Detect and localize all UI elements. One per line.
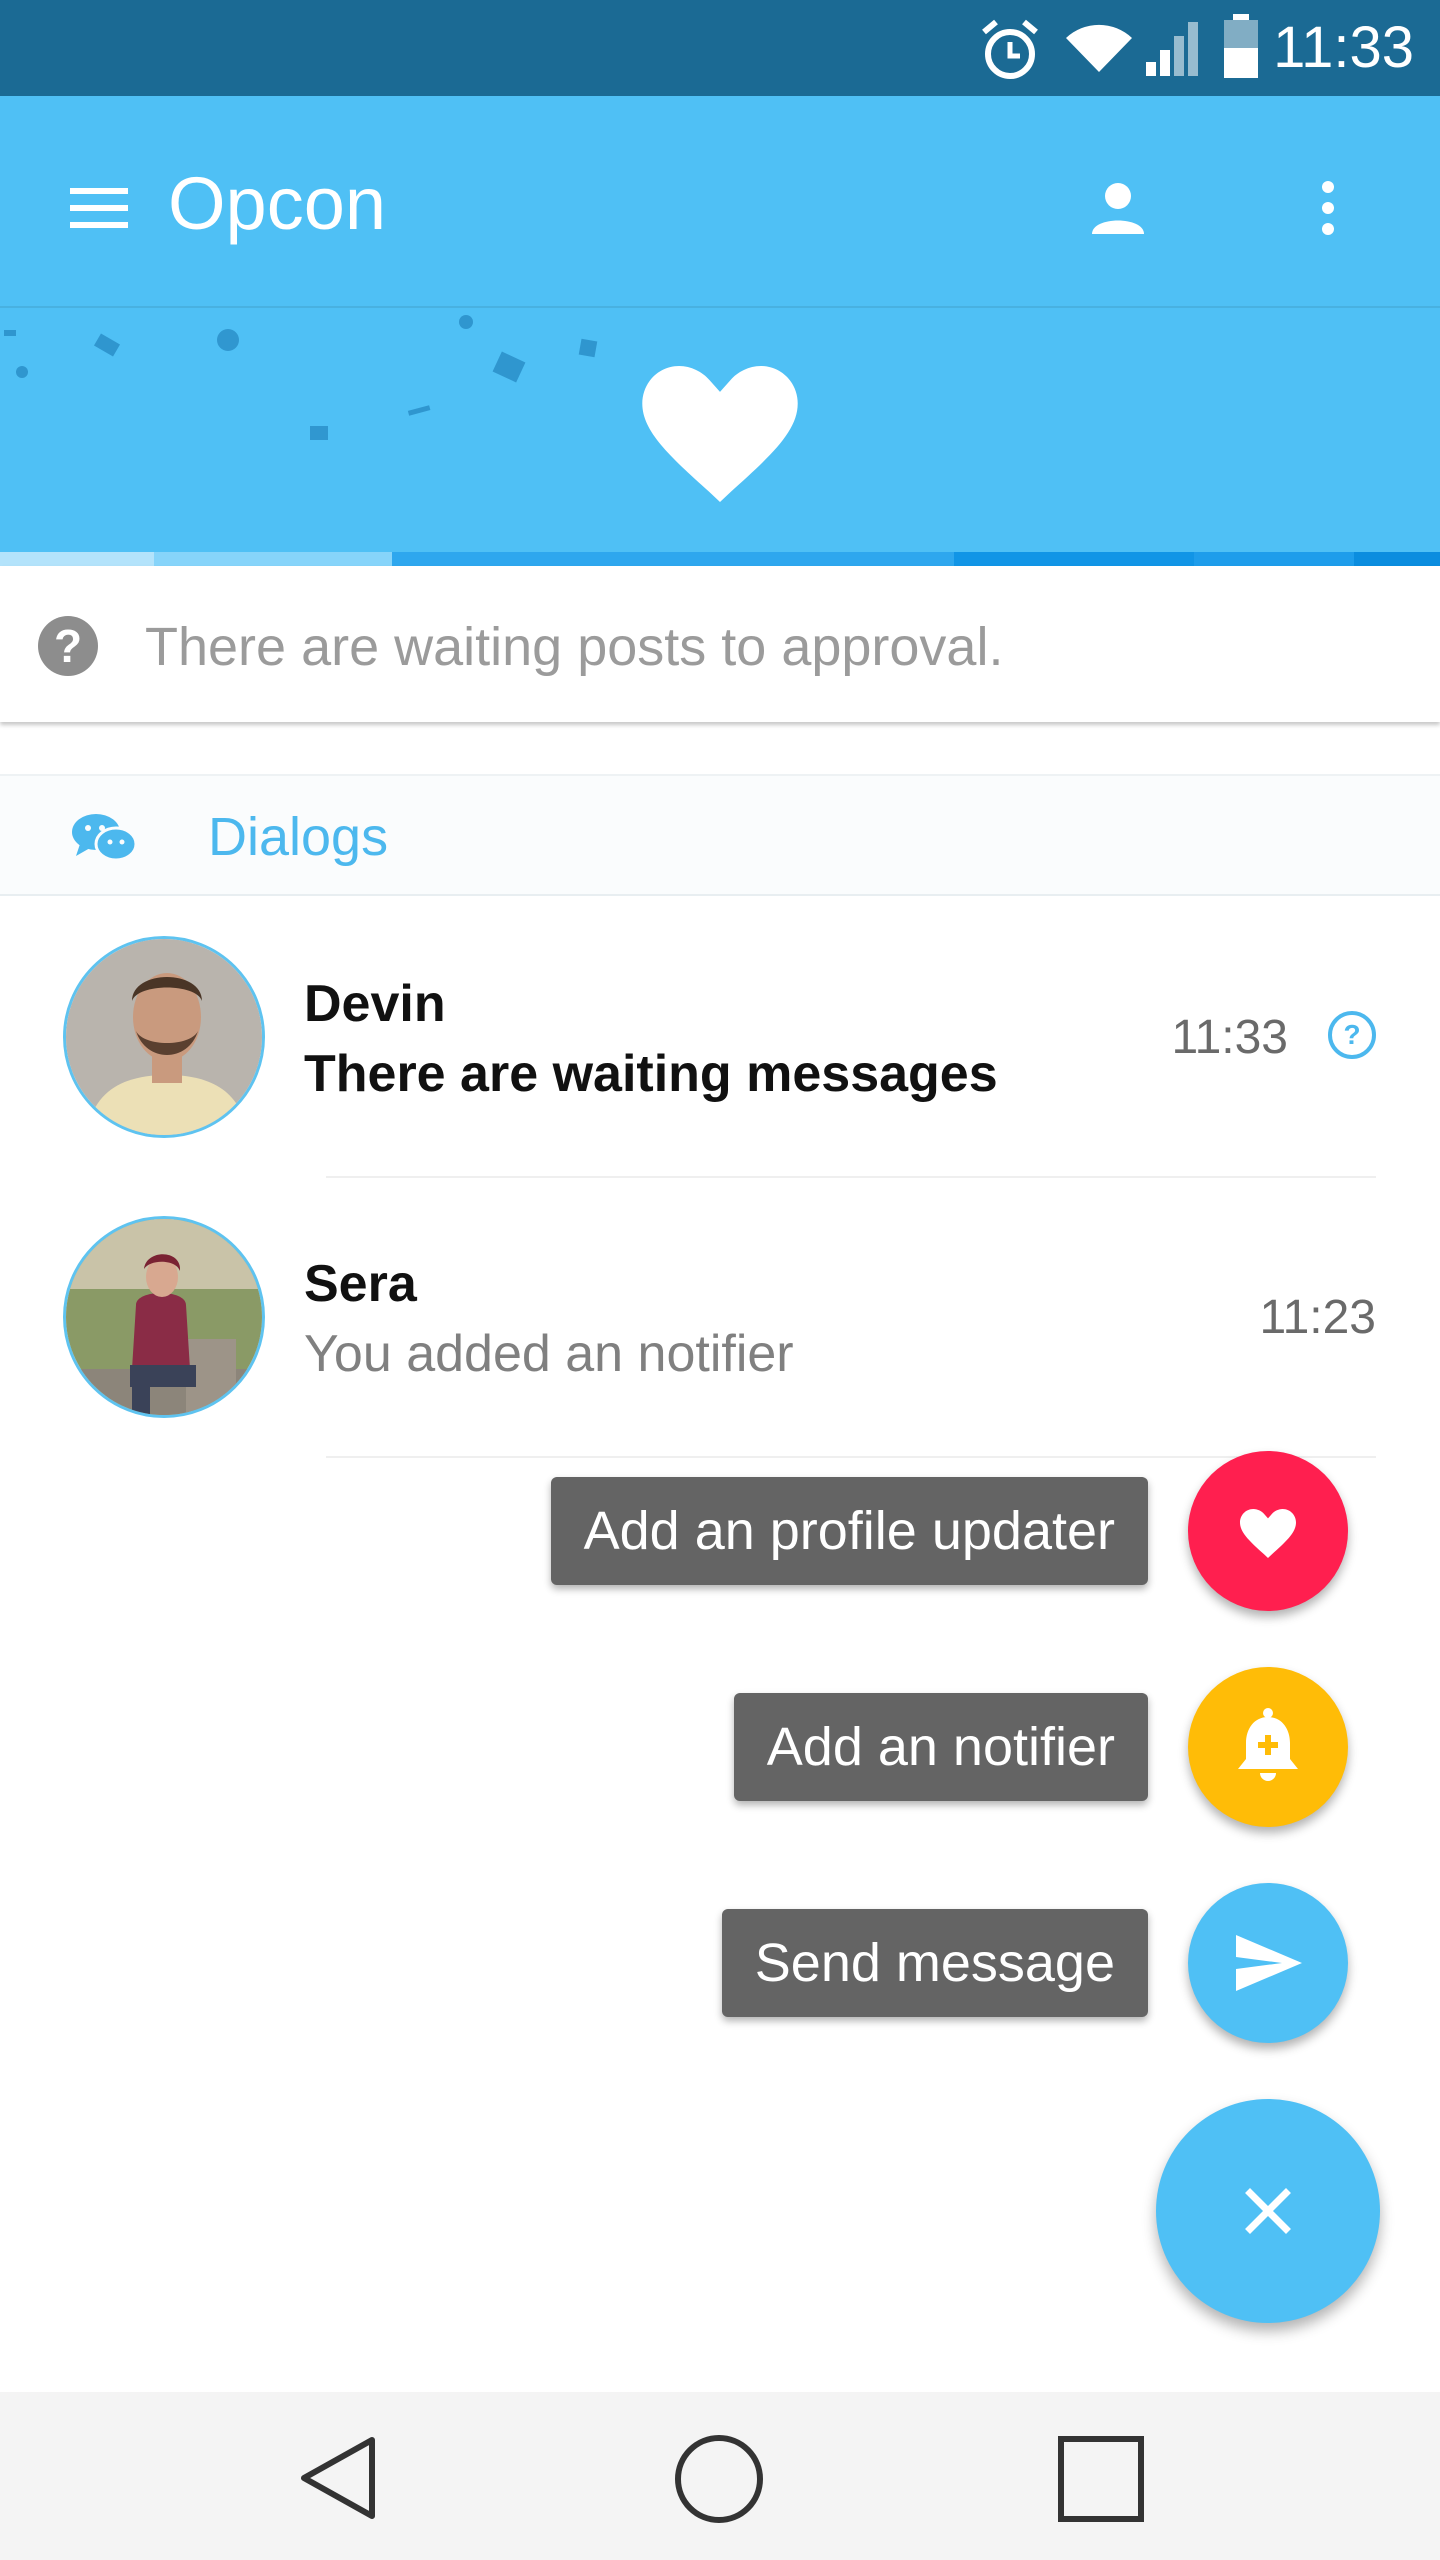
send-message-label[interactable]: Send message — [721, 1909, 1148, 2017]
home-icon[interactable] — [674, 2434, 764, 2524]
last-message: There are waiting messages — [304, 1045, 998, 1103]
last-message: You added an notifier — [304, 1325, 794, 1383]
notice-text: There are waiting posts to approval. — [145, 617, 1004, 677]
chat-bubbles-icon — [72, 814, 136, 862]
heart-icon — [1240, 1509, 1296, 1558]
add-profile-updater-button[interactable] — [1188, 1451, 1348, 1611]
menu-icon[interactable] — [70, 188, 128, 228]
dialog-row-devin[interactable]: Devin There are waiting messages 11:33 ? — [0, 898, 1440, 1178]
back-icon[interactable] — [296, 2434, 380, 2522]
confetti-decoration — [4, 315, 598, 440]
battery-icon — [1224, 14, 1258, 78]
contact-name: Devin — [304, 975, 446, 1033]
send-icon — [1236, 1935, 1302, 1991]
help-icon: ? — [38, 616, 98, 676]
add-profile-updater-label[interactable]: Add an profile updater — [550, 1477, 1148, 1585]
avatar — [63, 936, 265, 1138]
recents-icon[interactable] — [1058, 2436, 1144, 2522]
banner-progress-strip — [0, 552, 1440, 566]
heart-icon — [642, 366, 798, 502]
app-title: Opcon — [168, 162, 387, 245]
add-notifier-button[interactable] — [1188, 1667, 1348, 1827]
contact-name: Sera — [304, 1255, 417, 1313]
fab-close-button[interactable] — [1156, 2099, 1380, 2323]
dialogs-section-header: Dialogs — [0, 774, 1440, 896]
bell-plus-icon — [1238, 1708, 1298, 1781]
help-icon: ? — [1328, 1011, 1376, 1059]
pending-approval-notice[interactable]: ? There are waiting posts to approval. — [0, 566, 1440, 722]
dialogs-title: Dialogs — [208, 807, 389, 867]
app-bar: Opcon — [0, 96, 1440, 308]
dialog-row-sera[interactable]: Sera You added an notifier 11:23 — [0, 1178, 1440, 1458]
close-icon — [1245, 2188, 1291, 2234]
message-time: 11:33 — [1171, 1011, 1288, 1064]
alarm-icon — [982, 19, 1038, 79]
add-notifier-label[interactable]: Add an notifier — [733, 1693, 1148, 1801]
profile-icon[interactable] — [1090, 180, 1146, 236]
banner — [0, 308, 1440, 566]
system-nav-bar — [0, 2392, 1440, 2560]
wifi-icon — [1066, 24, 1132, 72]
send-message-button[interactable] — [1188, 1883, 1348, 2043]
message-time: 11:23 — [1259, 1291, 1376, 1344]
status-bar: 11:33 — [0, 0, 1440, 96]
more-vert-icon[interactable] — [1318, 180, 1338, 236]
avatar — [63, 1216, 265, 1418]
status-time: 11:33 — [1273, 15, 1414, 80]
signal-icon — [1146, 22, 1198, 76]
